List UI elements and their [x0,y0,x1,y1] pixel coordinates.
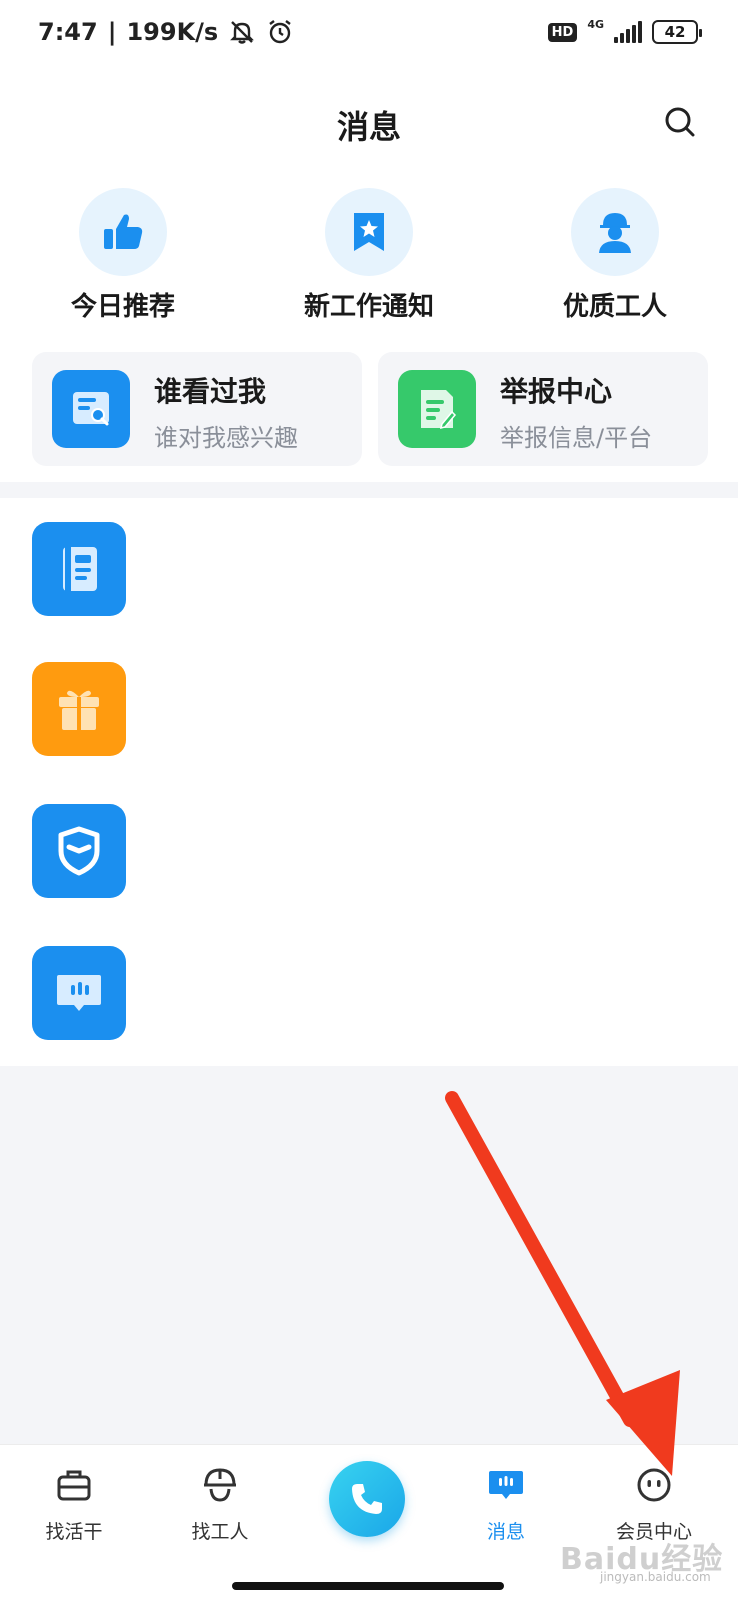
list-item-icon-bg [32,946,126,1040]
phone-icon [352,1484,382,1514]
list-item-icon-bg [32,662,126,756]
shield-icon [58,826,100,876]
network-type: 4G [587,17,604,31]
smiley-icon [637,1468,671,1502]
document-edit-icon [421,390,457,430]
tab-icon-wrap [484,1463,528,1507]
tab-label: 消息 [486,1521,525,1543]
list-item-icon-bg [32,522,126,616]
status-speed: 199K/s [126,18,219,46]
signal-icon [614,21,642,43]
list-item[interactable] [0,498,738,618]
tab-member-center[interactable]: 会员中心 [594,1463,714,1544]
home-indicator[interactable] [232,1582,504,1590]
card-icon-bg [52,370,130,448]
tab-icon-wrap [198,1463,242,1507]
gift-icon [59,690,99,730]
card-icon-bg [398,370,476,448]
card-subtitle: 谁对我感兴趣 [154,424,298,452]
card-title: 举报中心 [500,375,613,408]
status-bar: 7:47 | 199K/s HD 4G 42 [0,0,738,64]
quick-entry-today-recommend[interactable]: 今日推荐 [13,188,233,323]
bookmark-star-icon [354,213,384,251]
status-right: HD 4G 42 [547,17,702,44]
tab-icon-wrap [632,1463,676,1507]
list-item-icon-bg [32,804,126,898]
quick-entry-label: 优质工人 [562,292,667,322]
battery-icon: 42 [652,20,702,44]
list-item[interactable] [0,780,738,900]
quick-entry-icon-bg [79,188,167,276]
list-item[interactable] [0,922,738,1042]
quick-entries: 今日推荐 新工作通知 优质工人 [0,188,738,328]
quick-entry-quality-worker[interactable]: 优质工人 [505,188,725,323]
chat-bubble-icon [57,975,101,1011]
card-title: 谁看过我 [154,375,267,408]
tab-icon-wrap [52,1463,96,1507]
empty-area [0,1066,738,1444]
status-left: 7:47 | 199K/s [38,18,294,46]
section-divider [0,482,738,498]
status-separator: | [107,18,117,46]
hd-badge: HD [547,22,578,42]
status-time: 7:47 [38,18,98,46]
card-report-center[interactable]: 举报中心 举报信息/平台 [378,352,708,466]
quick-entry-label: 新工作通知 [303,292,434,322]
notebook-icon [63,547,97,591]
thumbs-up-icon [104,214,143,249]
briefcase-icon [57,1470,91,1501]
tab-label: 找活干 [45,1521,103,1543]
search-button[interactable] [660,102,700,142]
card-subtitle: 举报信息/平台 [500,424,653,452]
mute-icon [230,21,255,44]
worker-icon [599,213,631,253]
message-icon [489,1471,523,1499]
page-title: 消息 [336,108,401,146]
search-icon [665,107,695,137]
quick-entry-icon-bg [571,188,659,276]
tab-messages[interactable]: 消息 [446,1463,566,1544]
list-item[interactable] [0,638,738,758]
quick-entry-icon-bg [325,188,413,276]
helmet-icon [204,1468,236,1502]
tab-find-work[interactable]: 找活干 [14,1463,134,1544]
tab-find-worker[interactable]: 找工人 [160,1463,280,1544]
quick-entry-label: 今日推荐 [70,292,175,322]
profile-search-icon [73,392,109,426]
quick-entry-new-job[interactable]: 新工作通知 [259,188,479,323]
header: 消息 [0,90,738,160]
card-who-viewed-me[interactable]: 谁看过我 谁对我感兴趣 [32,352,362,466]
alarm-icon [269,20,291,44]
call-button[interactable] [329,1461,405,1537]
message-list [0,498,738,1066]
tab-label: 找工人 [191,1521,249,1543]
watermark-url: jingyan.baidu.com [600,1570,711,1584]
